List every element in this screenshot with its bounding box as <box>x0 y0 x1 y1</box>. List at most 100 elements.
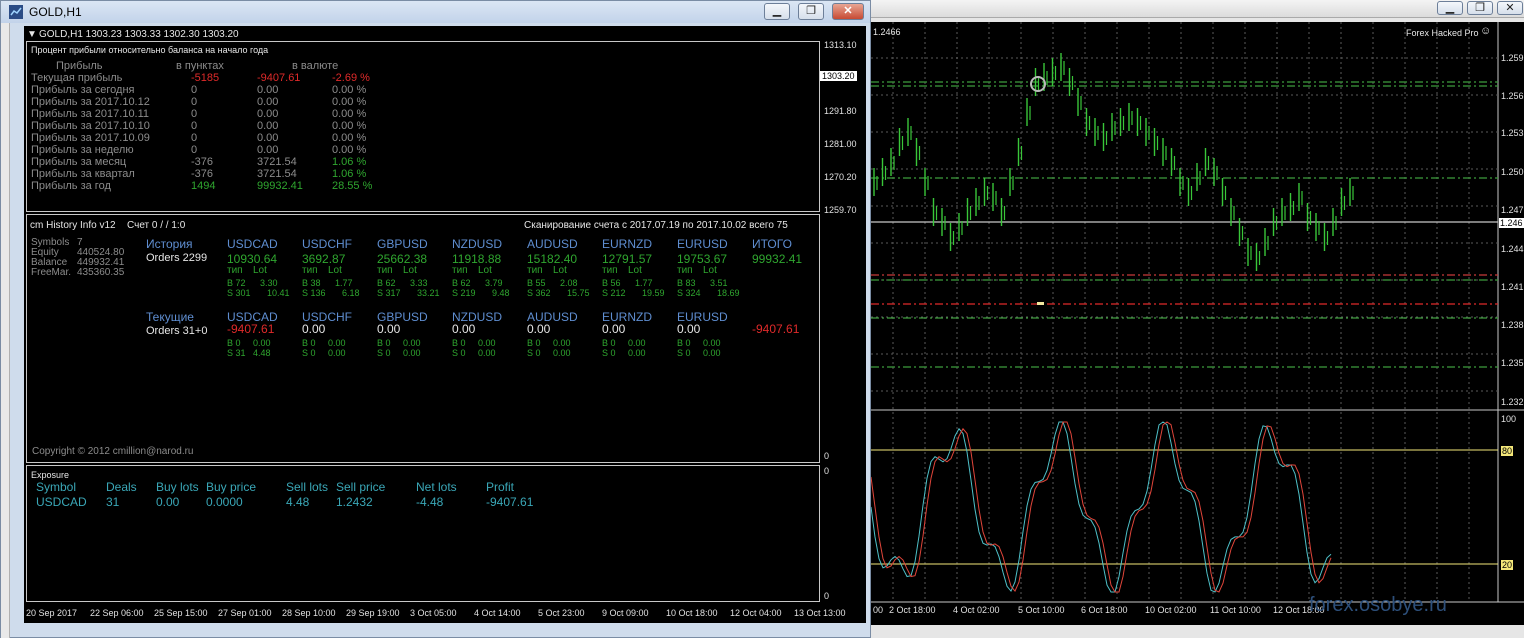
price-chart[interactable]: 1.2466 Forex Hacked Pro ☺ 1.259 1.256 1.25… <box>870 22 1524 625</box>
right-window-titlebar[interactable]: ▁ ❐ ✕ <box>871 0 1524 18</box>
exposure-header: Sell lots <box>286 480 329 494</box>
stat-key: FreeMar. <box>31 267 72 278</box>
symbol-current-profit: 0.00 <box>452 322 476 336</box>
buy-count: B 0 <box>677 338 691 348</box>
sell-lot: 10.41 <box>267 288 290 298</box>
sell-count: S 31 <box>227 348 246 358</box>
buy-count: B 0 <box>527 338 541 348</box>
buy-count: B 83 <box>677 278 696 288</box>
sell-count: S 324 <box>677 288 701 298</box>
price-label: 1.259 <box>1501 53 1524 63</box>
scan-info: Сканирование счета с 2017.07.19 по 2017.… <box>524 220 788 231</box>
lot-label: Lot <box>628 265 642 276</box>
time-label: 4 Oct 14:00 <box>474 608 521 618</box>
orders-current: Orders 31+0 <box>146 325 208 337</box>
symbol-history-profit: 11918.88 <box>452 252 502 266</box>
chart-area[interactable]: ▼ GOLD,H1 1303.23 1303.33 1302.30 1303.2… <box>24 26 866 623</box>
time-label: 12 Oct 04:00 <box>730 608 782 618</box>
exposure-cell: 0.00 <box>156 495 180 509</box>
symbol-name: EURUSD <box>677 237 728 251</box>
profit-row-points: 0 <box>191 120 198 132</box>
symbol-current-profit: 0.00 <box>602 322 626 336</box>
lot-label: Lot <box>553 265 567 276</box>
time-label: 6 Oct 18:00 <box>1081 605 1128 615</box>
price-label: 1.250 <box>1501 167 1524 177</box>
chart-ohlc: GOLD,H1 1303.23 1303.33 1302.30 1303.20 <box>39 29 239 40</box>
buy-lot: 1.77 <box>635 278 653 288</box>
exposure-cell: -9407.61 <box>486 495 534 509</box>
chart-canvas <box>870 22 1524 603</box>
profit-row-currency: 0.00 <box>257 84 279 96</box>
history-label: История <box>146 237 193 251</box>
buy-count: B 62 <box>377 278 396 288</box>
sell-count: S 317 <box>377 288 401 298</box>
buy-lot: 0.00 <box>703 338 721 348</box>
symbol-history-profit: 10930.64 <box>227 252 278 266</box>
sell-count: S 362 <box>527 288 551 298</box>
window-titlebar[interactable]: GOLD,H1 ▁ ❐ ✕ <box>1 1 870 23</box>
profit-row-percent: 0.00 % <box>332 108 367 120</box>
exposure-cell: 4.48 <box>286 495 310 509</box>
profit-row-percent: 0.00 % <box>332 120 367 132</box>
total-label: ИТОГО <box>752 237 792 251</box>
stoch-signal-line <box>870 421 1332 593</box>
profit-row-label: Прибыль за сегодня <box>31 84 135 96</box>
symbol-name: NZDUSD <box>452 237 502 251</box>
price-label: 1.253 <box>1501 128 1524 138</box>
exposure-cell: 1.2432 <box>336 495 373 509</box>
close-button[interactable]: ✕ <box>1497 1 1523 15</box>
profit-row-currency: 99932.41 <box>257 180 303 192</box>
profit-row-points: -376 <box>191 156 214 168</box>
profit-row-points: 0 <box>191 108 198 120</box>
sell-count: S 0 <box>677 348 691 358</box>
total-current: -9407.61 <box>752 322 800 336</box>
price-label: 1291.80 <box>824 106 857 116</box>
buy-count: B 55 <box>527 278 546 288</box>
time-label: 29 Sep 19:00 <box>346 608 400 618</box>
sell-lot: 15.75 <box>567 288 590 298</box>
price-label: 1313.10 <box>824 40 857 50</box>
minimize-button[interactable]: ▁ <box>764 3 790 20</box>
sub-axis-zero: 0 <box>824 591 830 601</box>
sell-lot: 0.00 <box>553 348 571 358</box>
profit-row-label: Прибыль за квартал <box>31 168 135 180</box>
restore-button[interactable]: ❐ <box>1467 1 1493 15</box>
symbol-history-profit: 3692.87 <box>302 252 346 266</box>
buy-lot: 0.00 <box>403 338 421 348</box>
time-label: 5 Oct 10:00 <box>1018 605 1065 615</box>
price-label: 1.246 <box>1499 218 1524 228</box>
lot-label: Lot <box>478 265 492 276</box>
restore-button[interactable]: ❐ <box>798 3 824 20</box>
time-label: 13 Oct 13:00 <box>794 608 846 618</box>
time-label: 5 Oct 23:00 <box>538 608 585 618</box>
type-label: тип <box>677 265 693 276</box>
profit-row-currency: 3721.54 <box>257 168 297 180</box>
buy-lot: 0.00 <box>253 338 271 348</box>
symbol-current-profit: 0.00 <box>677 322 701 336</box>
sell-lot: 0.00 <box>403 348 421 358</box>
buy-lot: 0.00 <box>478 338 496 348</box>
price-label: 1303.20 <box>820 71 857 81</box>
chart-window-icon <box>9 5 23 19</box>
time-label: 20 Sep 2017 <box>26 608 78 618</box>
stoch-level: 80 <box>1501 446 1514 456</box>
profit-row-currency: 0.00 <box>257 132 279 144</box>
sell-lot: 19.59 <box>642 288 665 298</box>
lot-label: Lot <box>253 265 267 276</box>
symbol-name: AUDUSD <box>527 237 578 251</box>
sell-lot: 0.00 <box>628 348 646 358</box>
minimize-button[interactable]: ▁ <box>1437 1 1463 15</box>
time-label: 22 Sep 06:00 <box>90 608 144 618</box>
chart-dropdown-icon[interactable]: ▼ <box>27 29 37 41</box>
time-label: 25 Sep 15:00 <box>154 608 208 618</box>
buy-count: B 0 <box>227 338 241 348</box>
profit-row-percent: 0.00 % <box>332 132 367 144</box>
time-label: 11 Oct 10:00 <box>1210 605 1261 615</box>
price-label: 1.241 <box>1501 282 1524 292</box>
price-label: 1.256 <box>1501 91 1524 101</box>
sell-lot: 6.18 <box>342 288 360 298</box>
price-label: 1.247 <box>1501 205 1524 215</box>
symbol-name: GBPUSD <box>377 237 428 251</box>
sell-count: S 0 <box>377 348 391 358</box>
close-button[interactable]: ✕ <box>832 3 864 20</box>
